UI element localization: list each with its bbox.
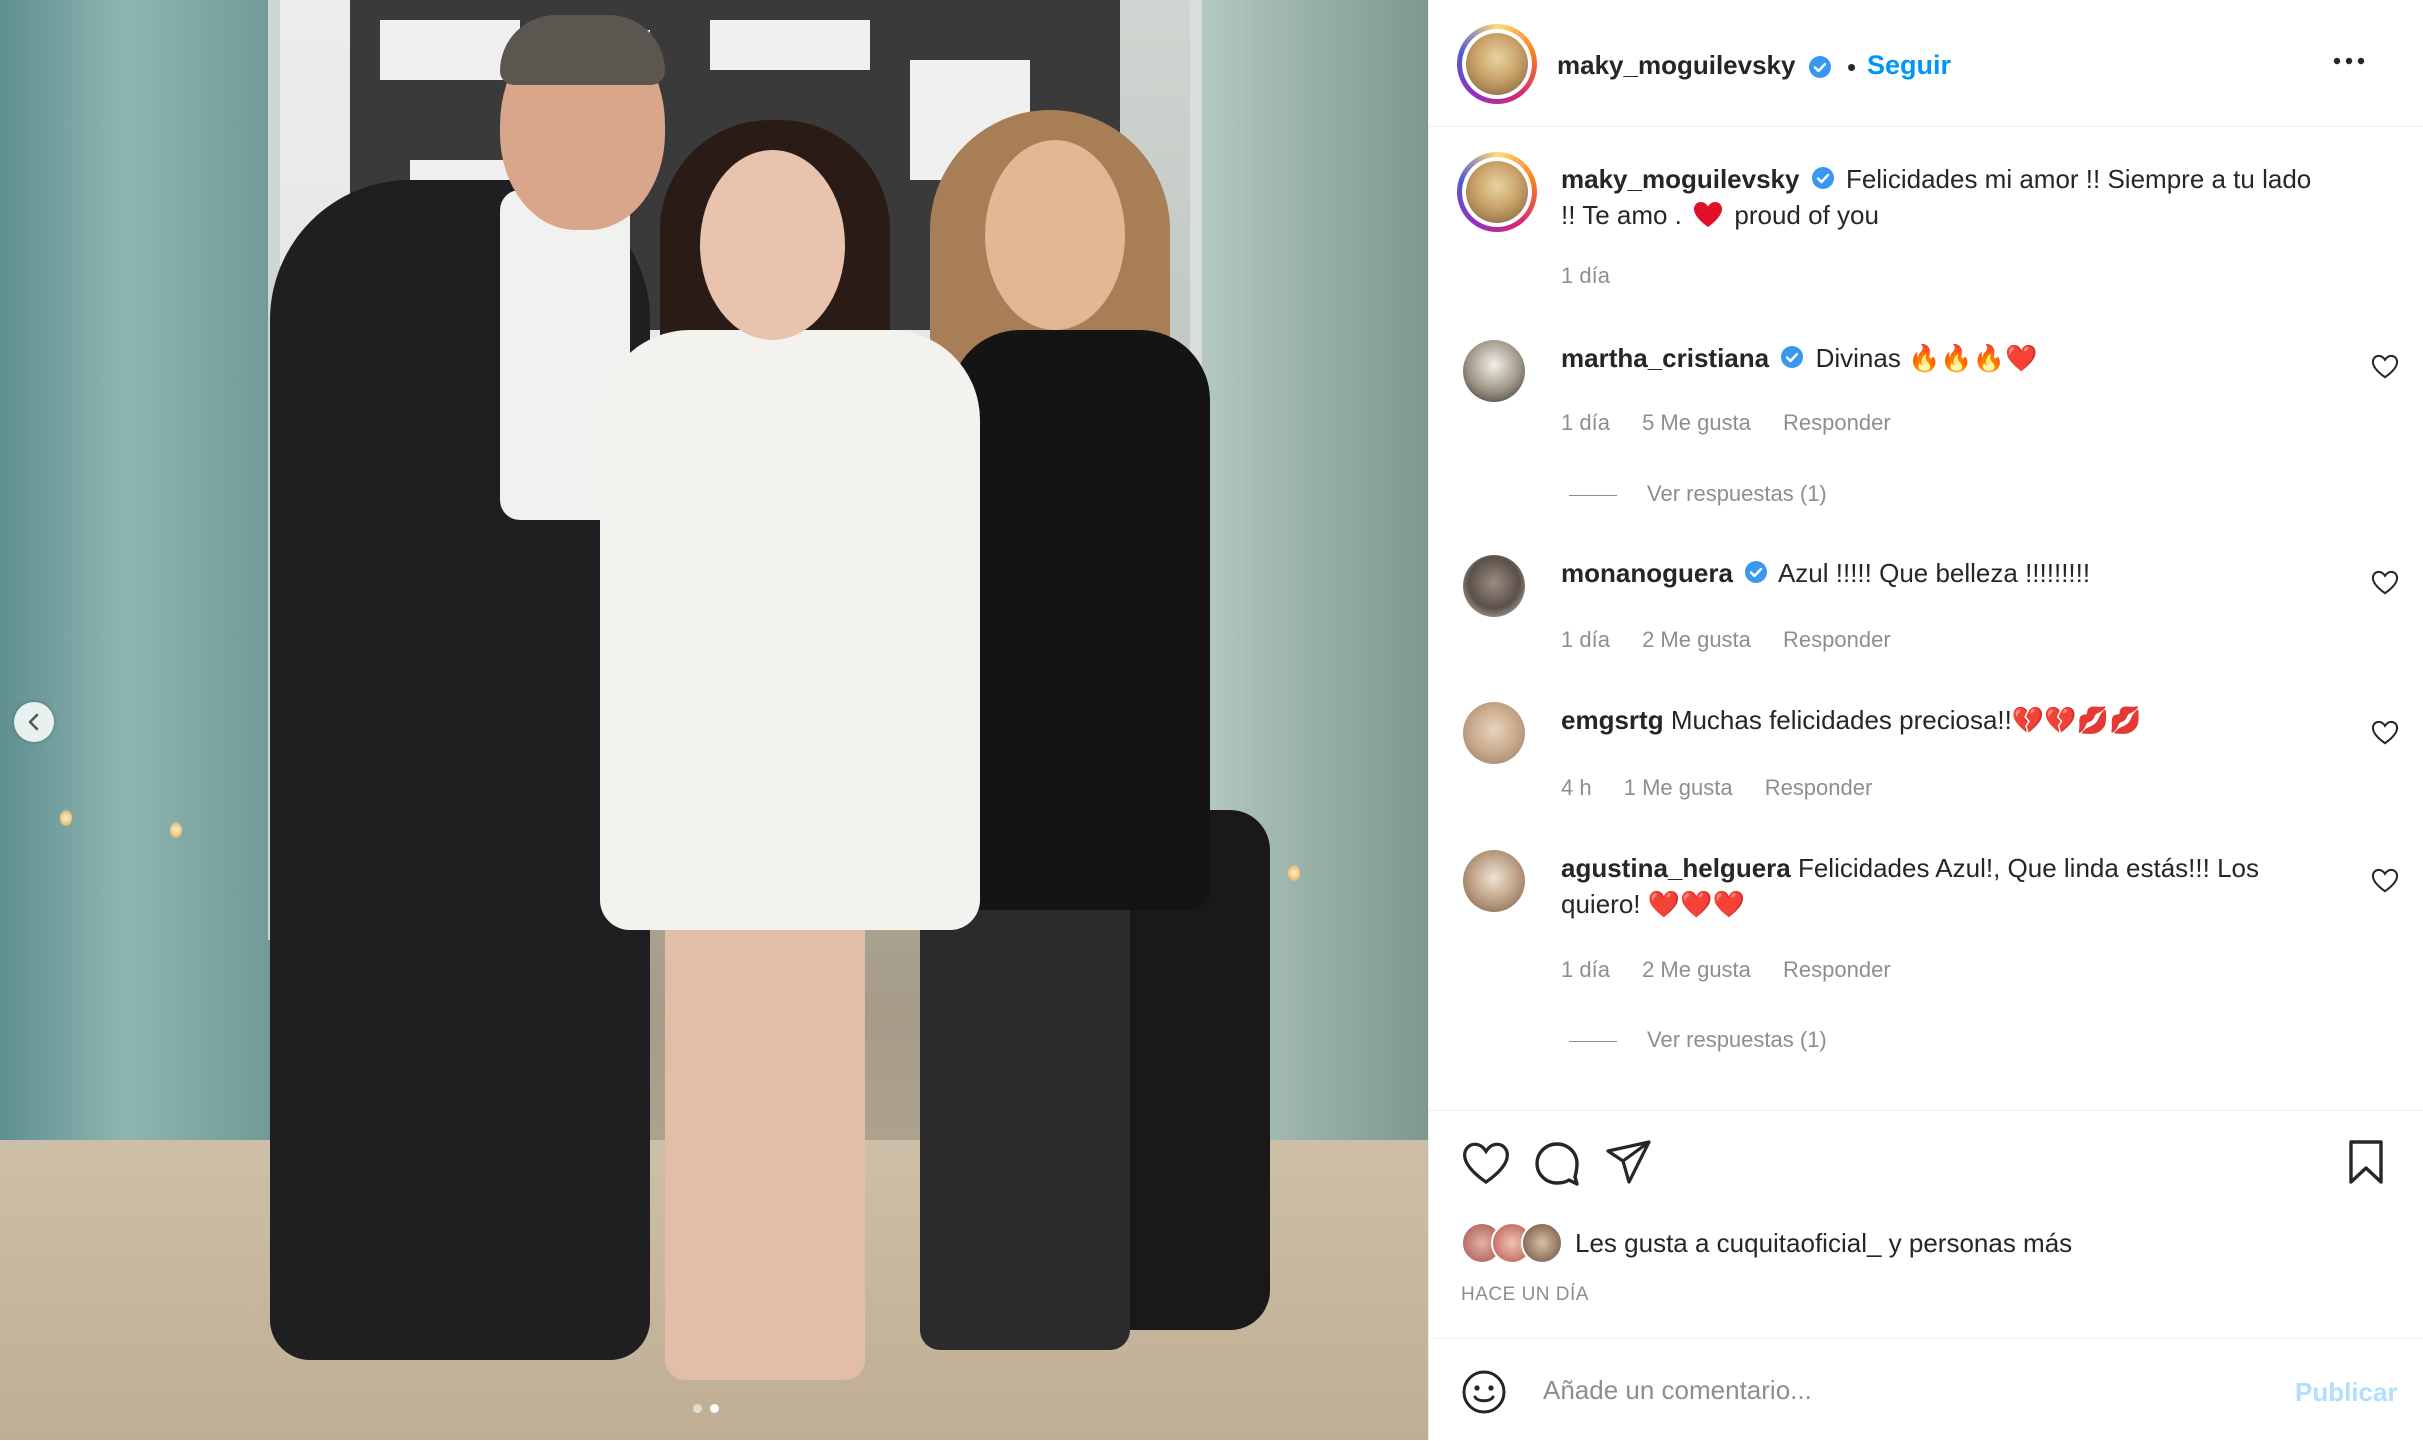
comment-time: 1 día — [1561, 957, 1610, 982]
comment-meta: 1 día 2 Me gusta Responder — [1561, 957, 1917, 983]
comment-text: Muchas felicidades preciosa!! — [1670, 705, 2012, 735]
likes-summary: Les gusta a cuquitaoficial_ y personas m… — [1461, 1222, 2072, 1264]
like-comment-heart-icon[interactable] — [2371, 354, 2399, 380]
comment-meta: 1 día 5 Me gusta Responder — [1561, 410, 1917, 436]
comment-username[interactable]: monanoguera — [1561, 558, 1733, 588]
caption-avatar[interactable] — [1457, 152, 1537, 232]
comment-emoji: ❤️❤️❤️ — [1647, 889, 1745, 919]
likes-text[interactable]: Les gusta a cuquitaoficial_ y personas m… — [1575, 1228, 2072, 1259]
comment-item: agustina_helguera Felicidades Azul!, Que… — [1561, 850, 2341, 922]
post-sidebar: maky_moguilevsky • Seguir maky_moguilevs… — [1428, 0, 2423, 1440]
commenter-avatar[interactable] — [1463, 555, 1525, 617]
photo-girl-head — [700, 150, 845, 340]
verified-badge-icon — [1745, 561, 1768, 584]
comment-emoji: 🔥🔥🔥❤️ — [1908, 343, 2038, 373]
view-replies-label: Ver respuestas (1) — [1647, 1027, 1827, 1052]
carousel-indicator — [693, 1404, 719, 1413]
view-replies-label: Ver respuestas (1) — [1647, 481, 1827, 506]
comment-username[interactable]: agustina_helguera — [1561, 853, 1791, 883]
photo-girl-dress — [600, 330, 980, 930]
comment-likes[interactable]: 1 Me gusta — [1624, 775, 1733, 800]
comment-bubble-icon[interactable] — [1533, 1139, 1581, 1187]
verified-badge-icon — [1811, 167, 1834, 190]
carousel-dot — [693, 1404, 702, 1413]
replies-divider — [1569, 1040, 1617, 1042]
header-separator: • — [1847, 52, 1857, 82]
author-avatar[interactable] — [1457, 24, 1537, 104]
more-options-icon[interactable] — [2329, 46, 2369, 76]
like-comment-heart-icon[interactable] — [2371, 720, 2399, 746]
candle-light — [60, 810, 72, 826]
view-replies-button[interactable]: Ver respuestas (1) — [1569, 1027, 1827, 1053]
photo-woman-legs — [920, 880, 1130, 1350]
comment-text-line2: quiero! — [1561, 889, 1641, 919]
candle-light — [170, 822, 182, 838]
comment-text-line1: Felicidades Azul!, Que linda estás!!! Lo… — [1797, 853, 2259, 883]
photo-man-hair — [500, 15, 665, 85]
caption-username[interactable]: maky_moguilevsky — [1561, 164, 1799, 194]
comment-likes[interactable]: 2 Me gusta — [1642, 627, 1751, 652]
photo-girl-legs — [665, 900, 865, 1380]
comment-item: emgsrtg Muchas felicidades preciosa!!💔💔💋… — [1561, 702, 2321, 738]
caption-time: 1 día — [1561, 263, 1610, 288]
carousel-dot-active — [710, 1404, 719, 1413]
reply-button[interactable]: Responder — [1783, 627, 1891, 652]
comment-input[interactable] — [1541, 1367, 2245, 1413]
candle-light — [1288, 865, 1300, 881]
red-heart-emoji-icon — [1694, 202, 1723, 227]
glass-panel-left — [0, 0, 280, 1340]
comment-emoji: 💔💔💋💋 — [2011, 705, 2142, 735]
photo-woman-head — [985, 140, 1125, 330]
comment-time: 1 día — [1561, 627, 1610, 652]
commenter-avatar[interactable] — [1463, 340, 1525, 402]
comment-time: 1 día — [1561, 410, 1610, 435]
comment-item: martha_cristiana Divinas 🔥🔥🔥❤️ — [1561, 340, 2321, 376]
chevron-left-icon — [28, 713, 39, 731]
comment-username[interactable]: emgsrtg — [1561, 705, 1664, 735]
follow-button[interactable]: Seguir — [1867, 50, 1951, 81]
like-comment-heart-icon[interactable] — [2371, 868, 2399, 894]
comment-meta: 1 día 2 Me gusta Responder — [1561, 627, 1917, 653]
comment-likes[interactable]: 2 Me gusta — [1642, 957, 1751, 982]
like-heart-icon[interactable] — [1461, 1141, 1511, 1187]
commenter-avatar[interactable] — [1463, 702, 1525, 764]
commenter-avatar[interactable] — [1463, 850, 1525, 912]
comment-text: Azul !!!!! Que belleza !!!!!!!!! — [1777, 558, 2091, 588]
carousel-prev-button[interactable] — [14, 702, 54, 742]
comment-item: monanoguera Azul !!!!! Que belleza !!!!!… — [1561, 555, 2321, 591]
caption-text-line1: Felicidades mi amor !! Siempre a tu lado — [1845, 164, 2312, 194]
caption-text-line2a: !! Te amo . — [1561, 200, 1682, 230]
save-bookmark-icon[interactable] — [2347, 1139, 2385, 1185]
verified-badge-icon — [1808, 55, 1831, 78]
comment-time: 4 h — [1561, 775, 1592, 800]
reply-button[interactable]: Responder — [1783, 410, 1891, 435]
view-replies-button[interactable]: Ver respuestas (1) — [1569, 481, 1827, 507]
comment-meta: 4 h 1 Me gusta Responder — [1561, 775, 1898, 801]
like-comment-heart-icon[interactable] — [2371, 570, 2399, 596]
liker-avatar[interactable] — [1521, 1222, 1563, 1264]
author-name-row: maky_moguilevsky — [1557, 50, 1832, 81]
caption: maky_moguilevsky Felicidades mi amor !! … — [1561, 161, 2381, 233]
reply-button[interactable]: Responder — [1783, 957, 1891, 982]
comment-username[interactable]: martha_cristiana — [1561, 343, 1769, 373]
share-paper-plane-icon[interactable] — [1605, 1139, 1653, 1185]
author-username[interactable]: maky_moguilevsky — [1557, 50, 1795, 80]
post-time-ago: HACE UN DÍA — [1461, 1284, 1589, 1305]
publish-button[interactable]: Publicar — [2295, 1377, 2398, 1408]
caption-text-line2b: proud of you — [1734, 200, 1879, 230]
comment-text: Divinas — [1815, 343, 1901, 373]
reply-button[interactable]: Responder — [1765, 775, 1873, 800]
photo-woman-dress — [950, 330, 1210, 910]
post-photo[interactable] — [0, 0, 1428, 1440]
verified-badge-icon — [1781, 346, 1804, 369]
comment-likes[interactable]: 5 Me gusta — [1642, 410, 1751, 435]
post-header: maky_moguilevsky • Seguir — [1429, 0, 2423, 127]
comment-composer: Publicar — [1429, 1338, 2423, 1441]
emoji-smiley-icon[interactable] — [1461, 1369, 1507, 1415]
caption-meta: 1 día — [1561, 263, 1636, 289]
replies-divider — [1569, 494, 1617, 496]
